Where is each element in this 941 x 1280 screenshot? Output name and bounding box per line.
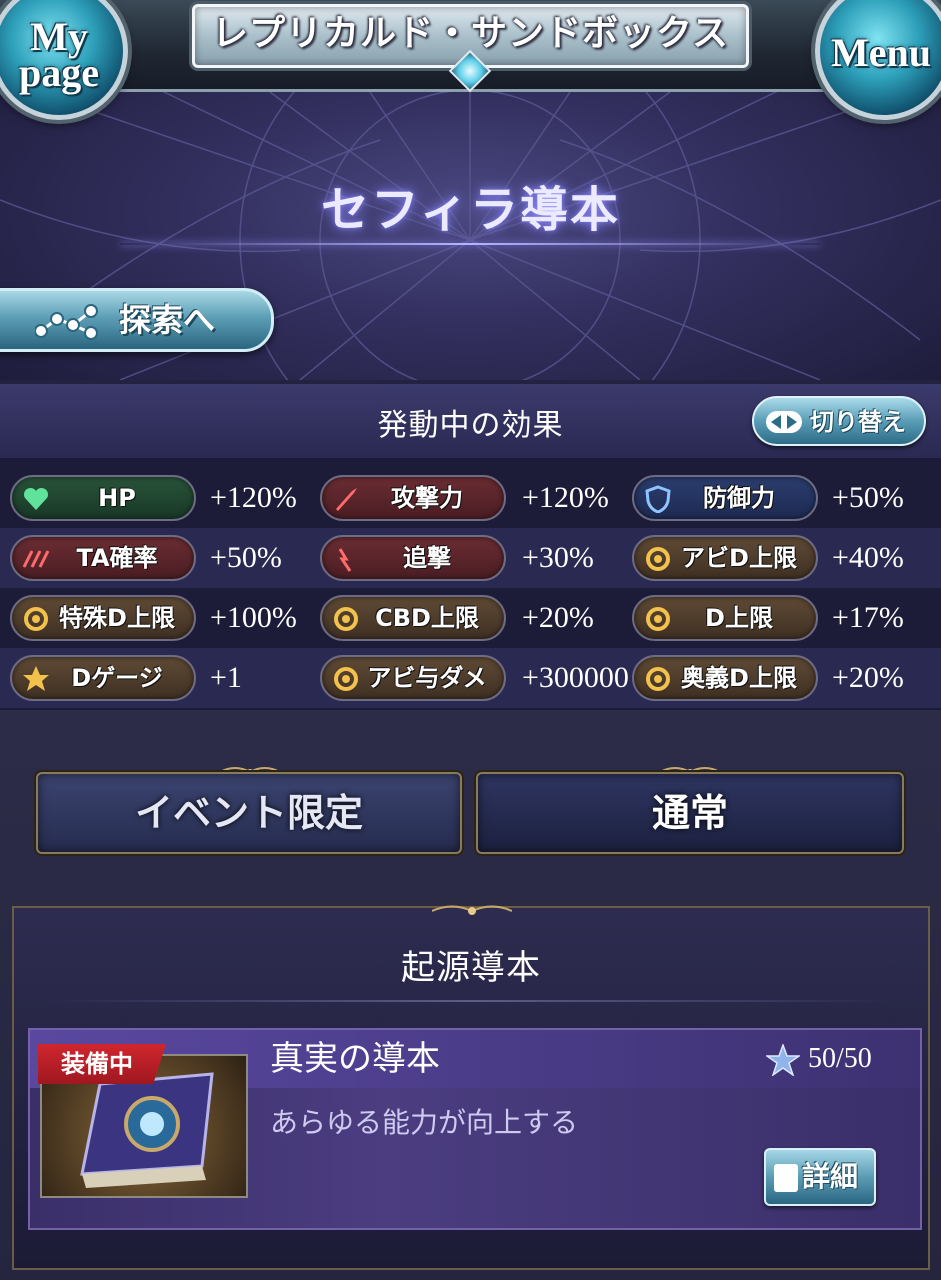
effect-label: 攻撃力	[391, 484, 463, 512]
explore-label: 探索へ	[119, 301, 216, 339]
detail-label: 詳細	[802, 1160, 859, 1193]
panel-ornament-icon	[432, 905, 512, 915]
effect-value: +20%	[522, 601, 594, 634]
effect-label: 特殊D上限	[59, 604, 175, 632]
menu-label: Menu	[831, 30, 931, 75]
switch-label: 切り替え	[810, 408, 906, 436]
effect-badge: D上限	[632, 595, 818, 641]
effect-label: 防御力	[703, 484, 775, 512]
tab-event-limited[interactable]: イベント限定	[36, 772, 462, 854]
effect-badge: アビ与ダメ	[320, 655, 506, 701]
effect-label: CBD上限	[375, 604, 479, 632]
star-icon	[766, 1044, 800, 1076]
tab-normal[interactable]: 通常	[476, 772, 904, 854]
effect-value: +20%	[832, 661, 904, 694]
effect-badge: 追撃	[320, 535, 506, 581]
page-title: セフィラ導本	[320, 182, 621, 238]
effect-label: 追撃	[403, 544, 451, 572]
book-description: あらゆる能力が向上する	[270, 1106, 579, 1139]
switch-button[interactable]: 切り替え	[752, 396, 926, 446]
header-banner: レプリカルド・サンドボックス My page Menu セフィラ導本 探索へ	[0, 0, 941, 380]
effect-badge: 攻撃力	[320, 475, 506, 521]
effect-label: TA確率	[76, 544, 158, 572]
detail-button[interactable]: 詳細	[764, 1148, 876, 1206]
active-effects-panel: 発動中の効果 切り替え HP +120% 攻撃力 +120% 防御力 +50% TA確率 +5…	[0, 384, 941, 710]
effects-header: 発動中の効果 切り替え	[0, 384, 941, 458]
effect-badge: CBD上限	[320, 595, 506, 641]
effect-badge: アビD上限	[632, 535, 818, 581]
effect-label: 奥義D上限	[681, 664, 797, 692]
effect-label: HP	[98, 484, 136, 512]
effect-row: 特殊D上限 +100% CBD上限 +20% D上限 +17%	[0, 588, 941, 648]
effect-badge: HP	[10, 475, 196, 521]
book-level: 50/50	[808, 1043, 872, 1074]
origin-books-panel: 起源導本 装備中 真実の導本 50/50 あらゆる能力が向上する 詳細	[12, 905, 930, 1270]
origin-divider	[44, 1000, 898, 1002]
book-name: 真実の導本	[270, 1039, 440, 1079]
effect-value: +120%	[522, 481, 609, 514]
effect-label: D上限	[705, 604, 773, 632]
title-divider	[120, 243, 820, 245]
book-card[interactable]: 装備中 真実の導本 50/50 あらゆる能力が向上する 詳細	[28, 1028, 922, 1230]
route-nodes-icon	[35, 304, 98, 340]
origin-books-title: 起源導本	[401, 948, 541, 988]
effect-row: HP +120% 攻撃力 +120% 防御力 +50%	[0, 468, 941, 528]
effect-badge: 奥義D上限	[632, 655, 818, 701]
effect-value: +40%	[832, 541, 904, 574]
mypage-label-line2: page	[19, 50, 99, 95]
effect-row: TA確率 +50% 追撃 +30% アビD上限 +40%	[0, 528, 941, 588]
effect-value: +50%	[832, 481, 904, 514]
effect-badge: Dゲージ	[10, 655, 196, 701]
effect-value: +300000	[522, 661, 629, 694]
effect-value: +50%	[210, 541, 282, 574]
effect-value: +1	[210, 661, 242, 694]
effect-label: Dゲージ	[71, 664, 163, 692]
effect-label: アビ与ダメ	[367, 664, 487, 692]
effect-value: +30%	[522, 541, 594, 574]
effect-value: +17%	[832, 601, 904, 634]
switch-arrows-icon	[766, 411, 802, 433]
equipped-badge: 装備中	[38, 1044, 166, 1084]
effect-badge: 特殊D上限	[10, 595, 196, 641]
explore-button[interactable]: 探索へ	[0, 288, 274, 352]
effect-row: Dゲージ +1 アビ与ダメ +300000 奥義D上限 +20%	[0, 648, 941, 708]
effect-badge: 防御力	[632, 475, 818, 521]
effect-badge: TA確率	[10, 535, 196, 581]
effect-value: +100%	[210, 601, 297, 634]
effect-value: +120%	[210, 481, 297, 514]
detail-icon	[774, 1164, 798, 1192]
effect-label: アビD上限	[681, 544, 797, 572]
